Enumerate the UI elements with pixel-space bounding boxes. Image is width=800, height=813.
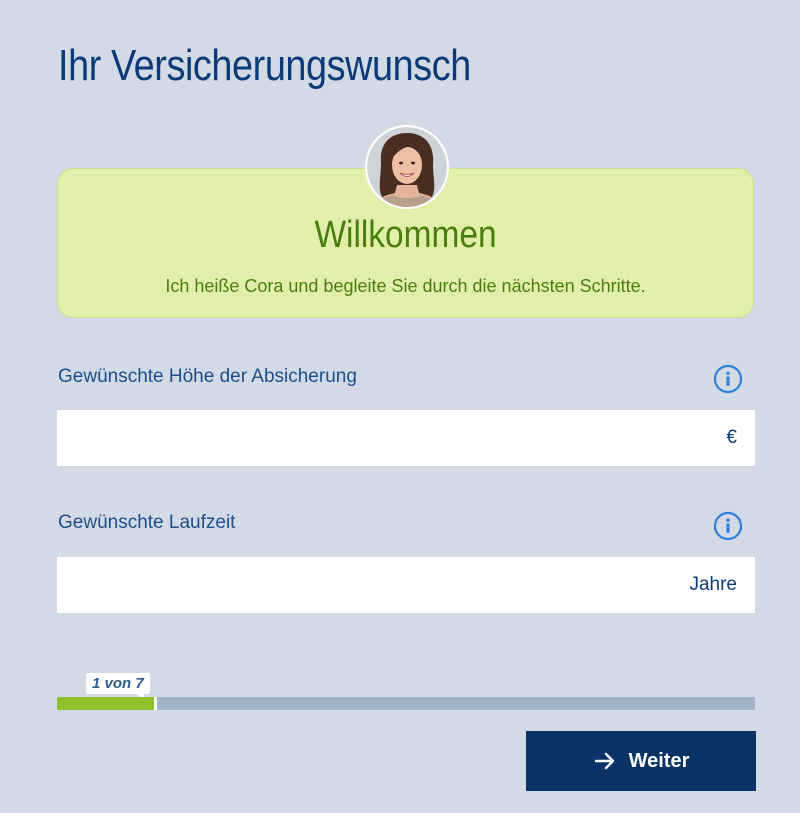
next-button[interactable]: Weiter [526, 731, 756, 791]
avatar-photo-icon [367, 127, 447, 207]
next-button-label: Weiter [628, 749, 690, 772]
info-icon[interactable] [713, 511, 743, 541]
avatar [365, 125, 449, 209]
duration-field[interactable]: Jahre [57, 557, 755, 613]
welcome-title: Willkommen [314, 214, 497, 256]
progress-step-badge: 1 von 7 [86, 673, 150, 701]
progress-bar [57, 697, 755, 710]
progress-fill [57, 697, 157, 710]
page-title: Ihr Versicherungswunsch [58, 41, 471, 90]
arrow-right-icon [594, 752, 614, 770]
insurance-amount-input[interactable] [57, 410, 657, 466]
insurance-amount-label: Gewünschte Höhe der Absicherung [58, 366, 357, 387]
duration-input[interactable] [57, 557, 657, 613]
currency-unit: € [726, 427, 737, 448]
duration-label: Gewünschte Laufzeit [58, 512, 236, 533]
insurance-amount-field[interactable]: € [57, 410, 755, 466]
welcome-text: Ich heiße Cora und begleite Sie durch di… [165, 276, 646, 296]
years-unit: Jahre [689, 574, 737, 595]
info-icon[interactable] [713, 364, 743, 394]
